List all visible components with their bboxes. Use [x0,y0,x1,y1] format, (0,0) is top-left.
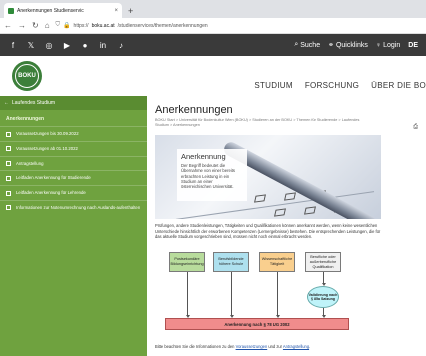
browser-toolbar: ← → ↻ ⌂ ⛉ 🔒 https://boku.ac.at/studiense… [0,18,426,34]
main-nav: STUDIUM FORSCHUNG ÜBER DIE BO [254,81,426,90]
url-path: /studienservices/themen/anerkennungen [117,22,208,29]
hero-textbox: Anerkennung Der Begriff bedeutet die Übe… [177,148,247,201]
browser-tab[interactable]: Anerkennungen Studienservic × [4,3,122,18]
diagram-arrow [321,308,326,319]
home-icon[interactable]: ⌂ [45,21,50,30]
linkedin-icon[interactable]: in [98,41,108,50]
page-title: Anerkennungen [155,104,233,116]
location-icon: ♀ [375,41,382,49]
sidebar-item[interactable]: Informationen zur Notenumrechnung nach A… [0,199,147,215]
sidebar-item[interactable]: Leitfaden Anerkennung für Studierende [0,170,147,185]
lock-icon: 🔒 [63,23,71,29]
url-host: boku.ac.at [91,22,115,29]
checkbox-icon [6,190,11,196]
reload-icon[interactable]: ↻ [32,21,39,30]
favicon-icon [8,7,14,14]
main-content: Anerkennungen BOKU Start > Universität f… [147,96,426,356]
checkbox-icon [6,175,11,181]
sidebar-item[interactable]: Voraussetzungen ab 01.10.2022 [0,140,147,156]
logo-text: BOKU [15,64,39,88]
footer-note: Bitte beachten Sie die Informationen zu … [155,344,311,350]
boku-logo[interactable]: BOKU [12,61,42,91]
search-link[interactable]: ⌕ Suche [294,41,320,49]
sidebar: ← Laufendes Studium Anerkennungen Voraus… [0,96,147,356]
address-bar[interactable]: ⛉ 🔒 https://boku.ac.at/studienservices/t… [56,22,422,29]
site-topbar: f 𝕏 ◎ ▶ ● in ♪ ⌕ Suche ⚭ Quicklinks ♀ Login… [0,34,426,56]
nav-studium[interactable]: STUDIUM [254,81,293,90]
print-icon[interactable]: ⎙ [413,124,418,131]
checkbox-icon [6,131,11,137]
diagram-box-postsecondary: Postsekundäre Bildungseinrichtung [169,252,205,273]
link-icon: ⚭ [328,42,334,49]
diagram-box-qualification: Berufliche oder außerberufliche Qualifik… [305,252,341,273]
arrow-left-icon: ← [4,100,9,106]
checkbox-icon [6,146,11,152]
language-switch[interactable]: DE [408,42,418,49]
intro-paragraph: Prüfungen, andere Studienleistungen, Tät… [155,222,381,240]
diagram-box-scientific-activity: Wissenschaftliche Tätigkeit [259,252,295,273]
hero-text: Der Begriff bedeutet die Übernahme von e… [181,162,236,190]
diagram-arrow [321,272,326,287]
browser-tab-bar: Anerkennungen Studienservic × + [0,0,426,18]
new-tab-button[interactable]: + [128,6,133,18]
link-voraussetzungen[interactable]: Voraussetzungen [236,344,268,349]
facebook-icon[interactable]: f [8,41,18,50]
quicklinks-link[interactable]: ⚭ Quicklinks [328,41,368,50]
youtube-icon[interactable]: ▶ [62,41,72,50]
tiktok-icon[interactable]: ♪ [116,41,126,50]
search-icon: ⌕ [294,41,299,48]
login-link[interactable]: ♀ Login [376,42,400,49]
url-prefix: https:// [73,22,89,29]
validation-ellipse: Validierung nach § 85a Satzung [307,286,339,309]
forward-icon[interactable]: → [18,21,26,30]
instagram-icon[interactable]: ◎ [44,41,54,50]
site-header: BOKU STUDIUM FORSCHUNG ÜBER DIE BO [0,56,426,96]
diagram-arrow [275,272,280,319]
close-tab-icon[interactable]: × [114,8,118,14]
nav-forschung[interactable]: FORSCHUNG [305,81,359,90]
sidebar-item[interactable]: Voraussetzungen bis 30.09.2022 [0,126,147,141]
sidebar-item[interactable]: Antragstellung [0,155,147,171]
diagram-arrow [229,272,234,319]
checkbox-icon [6,205,11,211]
sidebar-section-title[interactable]: Anerkennungen [0,110,147,126]
recognition-diagram: Postsekundäre Bildungseinrichtung Berufs… [155,246,381,342]
hero-image: Anerkennung Der Begriff bedeutet die Übe… [155,134,381,219]
sidebar-item[interactable]: Leitfaden Anerkennung für Lehrende [0,185,147,200]
breadcrumb[interactable]: BOKU Start > Universität für Bodenkultur… [155,118,370,129]
link-antragstellung[interactable]: Antragstellung [283,344,309,349]
tab-title: Anerkennungen Studienservic [17,7,84,14]
sidebar-back-link[interactable]: ← Laufendes Studium [0,96,147,110]
shield-icon: ⛉ [55,22,61,28]
back-icon[interactable]: ← [4,21,12,30]
diagram-result-bar: Anerkennung nach § 78 UG 2002 [165,318,349,331]
twitter-icon[interactable]: 𝕏 [26,41,36,50]
nav-ueber-die-boku[interactable]: ÜBER DIE BO [371,81,426,90]
checkbox-icon [6,161,11,167]
diagram-box-vocational-school: Berufsbildende höhere Schule [213,252,249,273]
podcast-icon[interactable]: ● [80,41,90,50]
hero-heading: Anerkennung [181,151,226,161]
diagram-arrow [185,272,190,319]
